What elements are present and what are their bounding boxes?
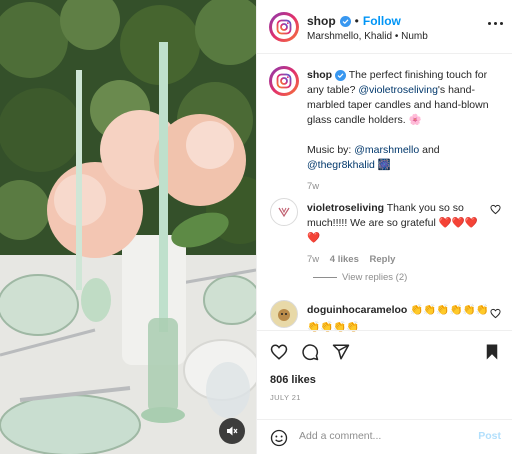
add-comment-bar: Post [257,419,512,454]
mention-link[interactable]: @violetroseliving [358,84,438,96]
verified-badge-icon [335,70,347,81]
comment: violetroseliving Thank you so so much!!!… [307,201,489,267]
mute-button[interactable] [219,418,245,444]
comment-username[interactable]: violetroseliving [307,202,384,214]
heart-icon[interactable] [270,343,288,361]
audio-label[interactable]: Marshmello, Khalid • Numb [307,31,428,42]
post-details-panel: shop • Follow Marshmello, Khalid • Numb … [256,0,512,454]
header-username[interactable]: shop [307,14,336,28]
dog-avatar-icon [278,309,290,321]
music-prefix: Music by: [307,144,352,156]
mention-link[interactable]: @marshmello [354,144,419,156]
caption-avatar[interactable] [269,66,299,96]
bookmark-icon[interactable] [483,343,501,361]
instagram-logo-icon [276,73,292,89]
smiley-icon[interactable] [270,429,288,447]
post-header: shop • Follow Marshmello, Khalid • Numb [257,0,512,54]
violetrose-logo-icon [278,207,290,218]
likes-count[interactable]: 806 likes [270,374,316,386]
view-replies-button[interactable]: View replies (2) [342,272,407,283]
heart-icon[interactable] [490,204,501,215]
follow-button[interactable]: Follow [363,14,401,28]
avatar[interactable] [270,198,298,226]
post-date: JULY 21 [270,393,301,402]
comment-age: 7w [307,254,320,265]
fireworks-emoji: 🎆 [377,159,391,171]
speaker-muted-icon [227,426,238,436]
replies-divider [313,277,337,278]
post-media[interactable] [0,0,256,454]
reply-button[interactable]: Reply [370,254,396,265]
heart-icon[interactable] [490,308,501,319]
post-button[interactable]: Post [478,430,501,442]
more-options-icon[interactable] [488,22,503,25]
music-and: and [422,144,440,156]
post-caption: shop The perfect finishing touch for any… [307,68,503,194]
caption-age: 7w [307,181,320,192]
comment-input[interactable] [299,430,469,442]
verified-badge-icon [339,15,351,27]
comment-likes[interactable]: 4 likes [330,254,359,265]
mention-link[interactable]: @thegr8khalid [307,159,375,171]
post-actions: 806 likes JULY 21 Post [257,330,512,454]
avatar[interactable] [270,300,298,328]
comment-username[interactable]: doguinhocarameloo [307,304,407,316]
caption-username[interactable]: shop [307,69,332,81]
instagram-logo-icon [276,19,292,35]
avatar[interactable] [269,12,299,42]
comment-icon[interactable] [301,343,319,361]
share-icon[interactable] [332,343,350,361]
post-photo [0,0,256,454]
flower-emoji: 🌸 [408,114,422,126]
header-separator: • [354,14,359,28]
